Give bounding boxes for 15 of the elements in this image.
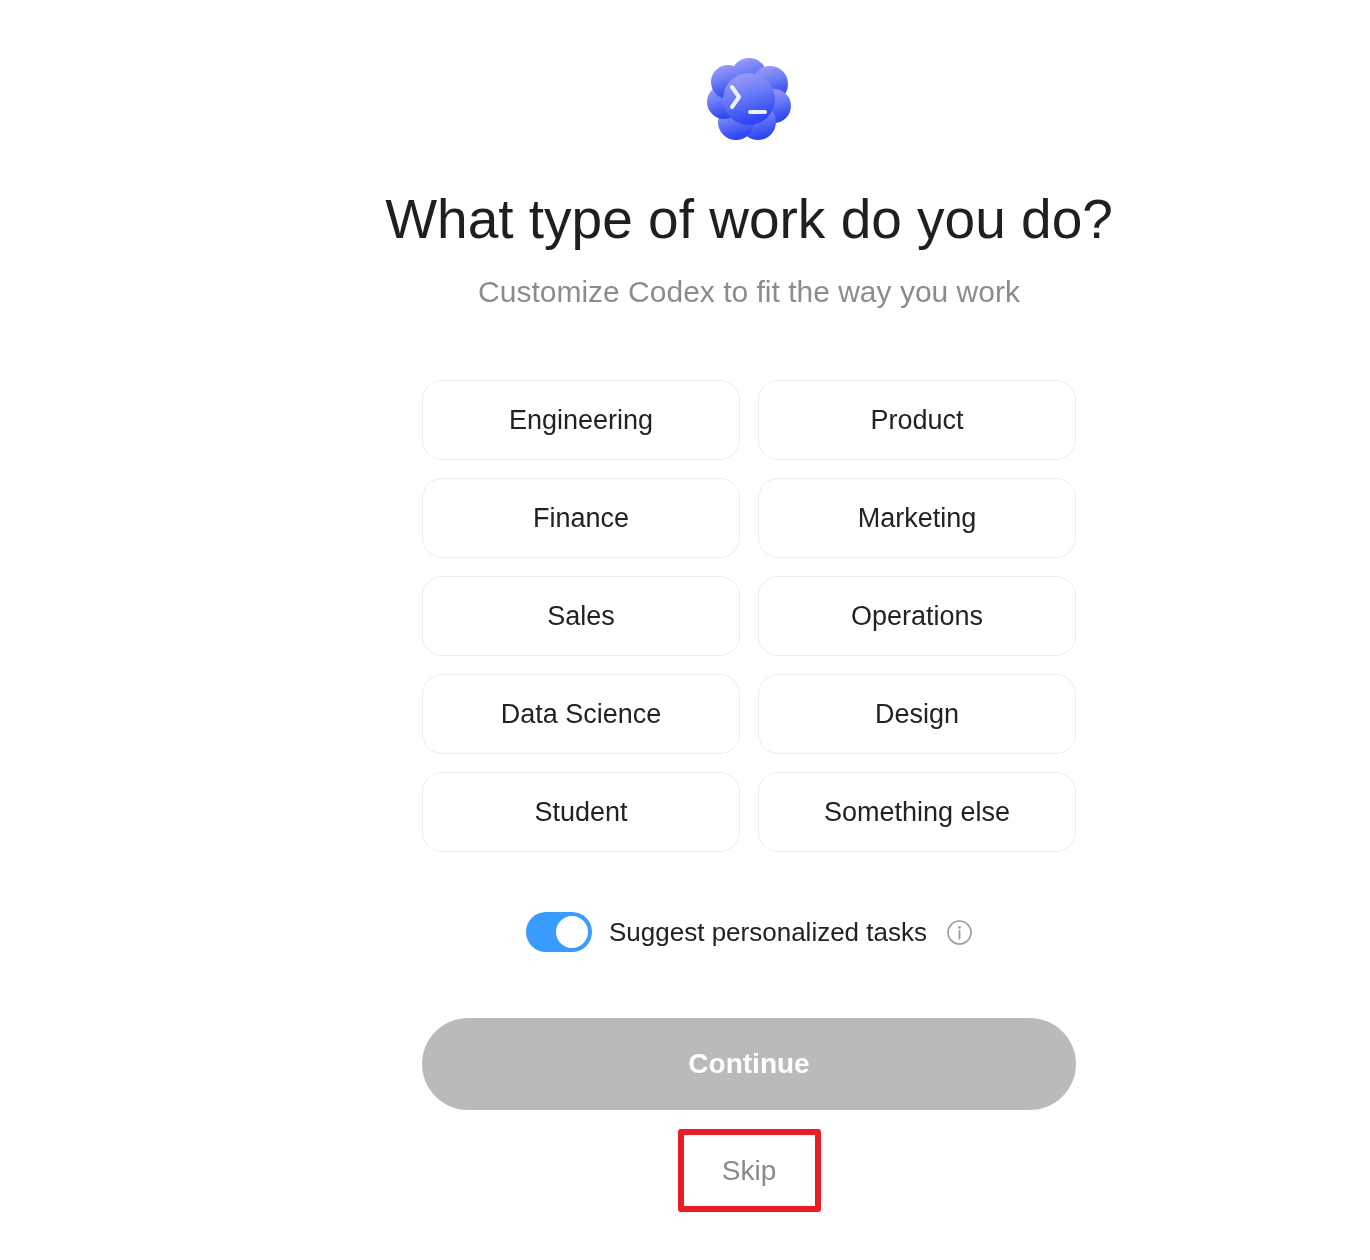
info-icon[interactable] [947,919,972,945]
work-type-option[interactable]: Something else [758,772,1076,852]
toggle-switch[interactable] [526,912,592,952]
work-type-option[interactable]: Marketing [758,478,1076,558]
toggle-label: Suggest personalized tasks [609,916,927,948]
page-subtitle: Customize Codex to fit the way you work [478,274,1020,310]
page-title: What type of work do you do? [385,187,1113,252]
work-type-option[interactable]: Engineering [422,380,740,460]
work-type-option[interactable]: Product [758,380,1076,460]
work-type-option[interactable]: Design [758,674,1076,754]
work-type-option[interactable]: Student [422,772,740,852]
work-type-option[interactable]: Finance [422,478,740,558]
work-type-option[interactable]: Sales [422,576,740,656]
work-type-option[interactable]: Operations [758,576,1076,656]
work-type-option[interactable]: Data Science [422,674,740,754]
